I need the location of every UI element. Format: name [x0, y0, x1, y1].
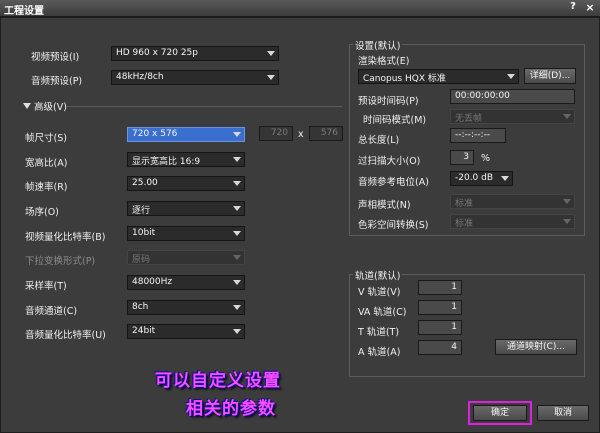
total-length-input[interactable]: --:--:--:-- [450, 128, 506, 143]
collapse-triangle-icon[interactable] [23, 103, 31, 109]
cancel-button[interactable]: 取消 [537, 405, 589, 421]
frame-width-input[interactable]: 720 [259, 126, 293, 141]
frame-size-select[interactable]: 720 x 576 [127, 127, 245, 142]
t-track-label: T 轨道(T) [358, 327, 400, 338]
detail-button[interactable]: 详细(D)... [524, 68, 576, 84]
total-length-label: 总长度(L) [358, 135, 400, 146]
title-bar: 工程设置 ? × [0, 0, 600, 17]
a-track-input[interactable]: 4 [418, 340, 462, 355]
chevron-down-icon [563, 219, 571, 224]
chevron-down-icon [563, 199, 571, 204]
timecode-input[interactable]: 00:00:00:00 [450, 89, 575, 104]
annotation-line-2: 相关的参数 [186, 399, 276, 419]
channels-select[interactable]: 8ch [127, 300, 245, 315]
render-format-select[interactable]: Canopus HQX 标准 [358, 69, 519, 84]
chevron-down-icon [267, 75, 275, 80]
close-icon[interactable]: × [583, 1, 597, 14]
pulldown-label: 下拉变换形式(P) [25, 256, 96, 267]
phase-label: 声相模式(N) [358, 200, 411, 211]
colorspace-label: 色彩空间转换(S) [358, 220, 429, 231]
chevron-down-icon [233, 181, 241, 186]
audio-preset-select[interactable]: 48kHz/8ch [111, 70, 279, 85]
fps-select[interactable]: 25.00 [127, 176, 245, 191]
channel-map-button[interactable]: 通道映射(C)... [495, 339, 577, 355]
aspect-label: 宽高比(A) [25, 158, 68, 169]
chevron-down-icon [507, 74, 515, 79]
chevron-down-icon [233, 231, 241, 236]
divider [67, 106, 342, 107]
window-title: 工程设置 [4, 6, 44, 17]
video-preset-select[interactable]: HD 960 x 720 25p [111, 46, 279, 61]
frame-size-label: 帧尺寸(S) [25, 133, 67, 144]
tc-mode-label: 时间码模式(M) [363, 115, 427, 126]
audio-bits-select[interactable]: 24bit [127, 324, 245, 339]
chevron-down-icon [233, 329, 241, 334]
pulldown-select[interactable]: 原码 [127, 250, 245, 265]
bitdepth-label: 视频量化比特率(B) [25, 232, 106, 243]
t-track-input[interactable]: 1 [418, 320, 462, 335]
field-order-select[interactable]: 逐行 [127, 201, 245, 216]
overscan-input[interactable]: 3 [450, 150, 474, 165]
overscan-unit: % [481, 153, 491, 164]
audio-ref-select[interactable]: -20.0 dB [450, 171, 513, 186]
colorspace-select[interactable]: 标准 [450, 214, 575, 229]
settings-group-title: 设置(默认) [353, 38, 403, 52]
a-track-label: A 轨道(A) [358, 347, 401, 358]
video-preset-label: 视频预设(I) [31, 52, 80, 63]
audio-bits-label: 音频量化比特率(U) [25, 330, 106, 341]
overscan-label: 过扫描大小(O) [358, 156, 421, 167]
chevron-down-icon [233, 255, 241, 260]
field-order-label: 场序(O) [25, 207, 59, 218]
channels-label: 音频通道(C) [25, 306, 78, 317]
samplerate-label: 采样率(T) [25, 281, 67, 292]
timecode-label: 预设时间码(P) [358, 96, 419, 107]
help-icon[interactable]: ? [566, 1, 580, 14]
va-track-input[interactable]: 1 [418, 300, 462, 315]
audio-preset-label: 音频预设(P) [31, 76, 83, 87]
chevron-down-icon [501, 176, 509, 181]
audio-ref-label: 音频参考电位(A) [358, 177, 429, 188]
tc-mode-select[interactable]: 无丢帧 [450, 109, 575, 124]
chevron-down-icon [233, 305, 241, 310]
v-track-input[interactable]: 1 [418, 280, 462, 295]
fps-label: 帧速率(R) [25, 182, 68, 193]
advanced-toggle[interactable]: 高级(V) [34, 99, 67, 113]
chevron-down-icon [233, 206, 241, 211]
v-track-label: V 轨道(V) [358, 287, 401, 298]
annotation-line-1: 可以自定义设置 [155, 371, 281, 391]
aspect-select[interactable]: 显示宽高比 16:9 [127, 152, 245, 167]
chevron-down-icon [267, 51, 275, 56]
chevron-down-icon [233, 157, 241, 162]
chevron-down-icon [233, 280, 241, 285]
bitdepth-select[interactable]: 10bit [127, 226, 245, 241]
phase-select[interactable]: 标准 [450, 194, 575, 209]
va-track-label: VA 轨道(C) [358, 307, 407, 318]
samplerate-select[interactable]: 48000Hz [127, 275, 245, 290]
frame-x-label: x [298, 129, 304, 140]
render-format-label: 渲染格式(E) [358, 56, 410, 67]
chevron-down-icon [563, 114, 571, 119]
tracks-group-title: 轨道(默认) [353, 268, 403, 282]
ok-button[interactable]: 确定 [473, 405, 527, 421]
project-settings-dialog: 视频预设(I) HD 960 x 720 25p 音频预设(P) 48kHz/8… [0, 17, 600, 433]
frame-height-input[interactable]: 576 [309, 126, 343, 141]
chevron-down-icon [233, 132, 241, 137]
